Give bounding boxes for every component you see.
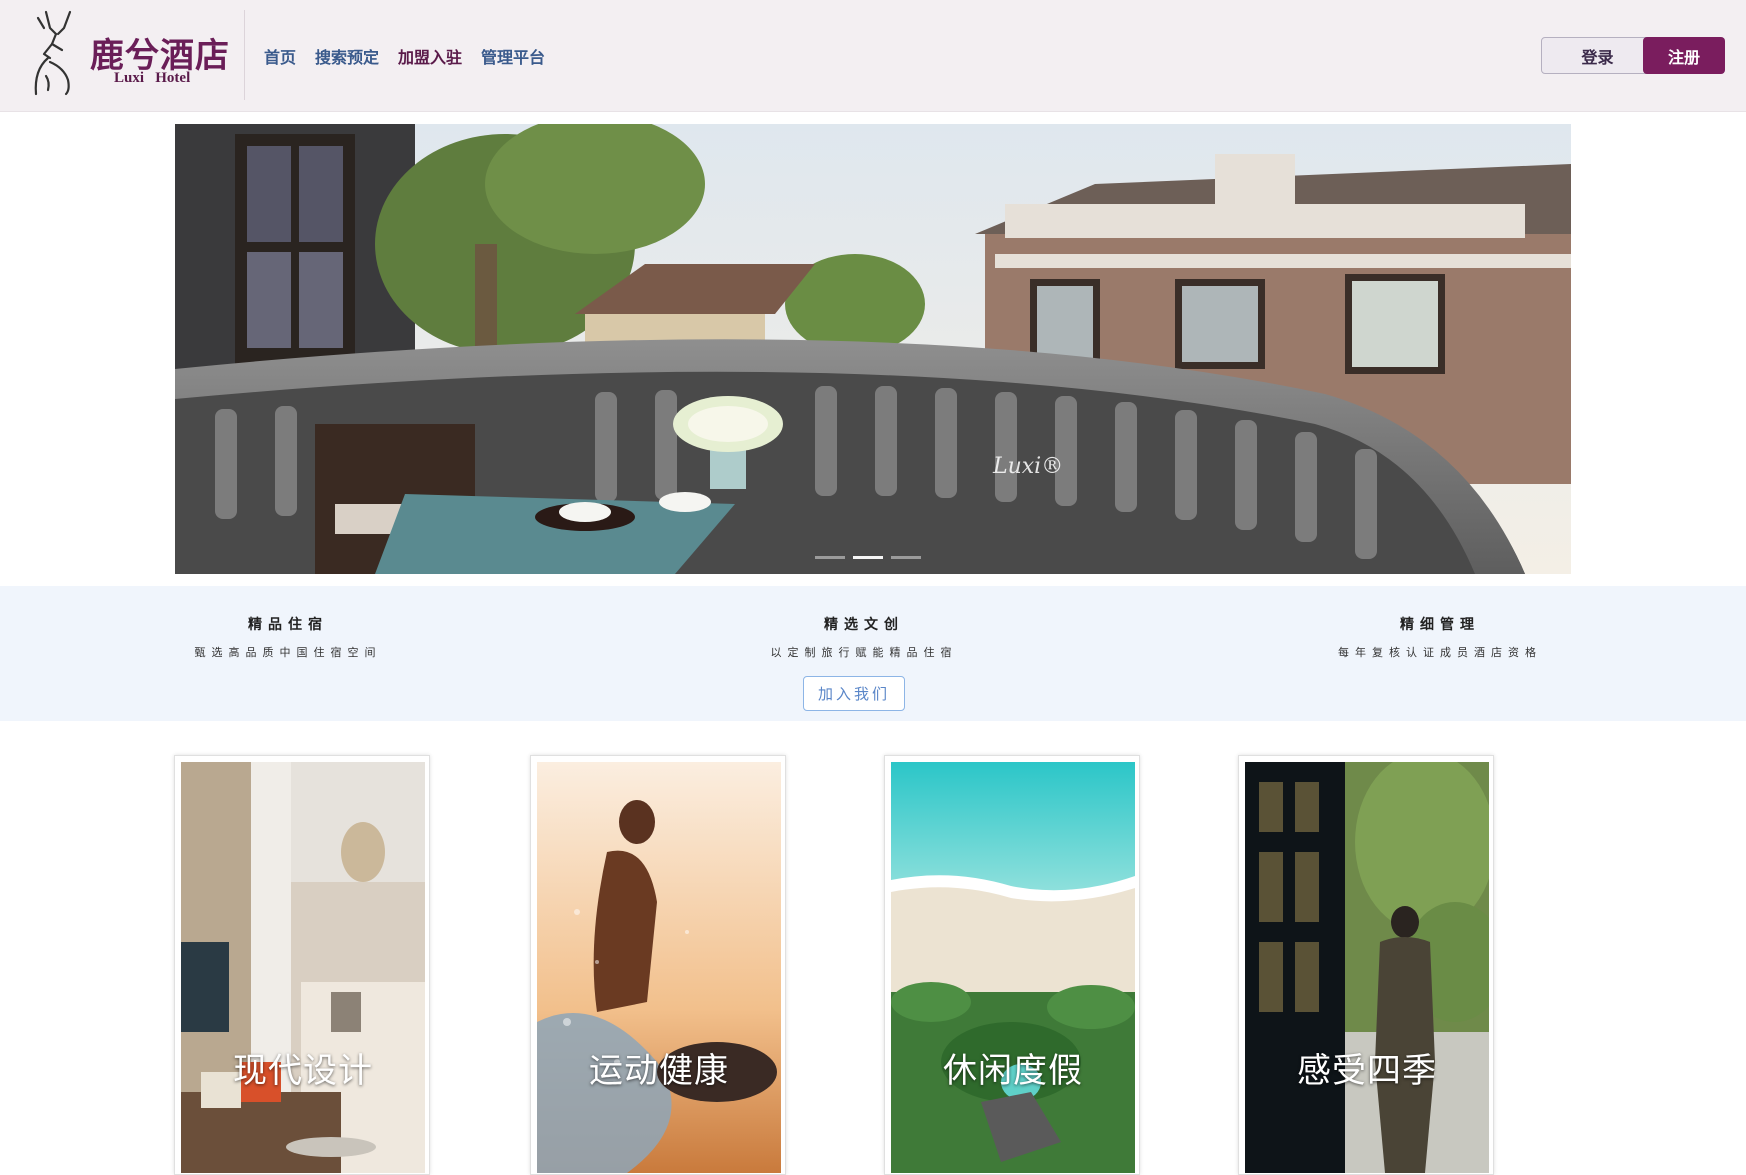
nav-item-search-booking[interactable]: 搜索预定 [315, 44, 379, 68]
site-header: 鹿兮酒店 Luxi Hotel 首页 搜索预定 加盟入驻 管理平台 登录 注册 [0, 0, 1746, 112]
feature-title: 精选文创 [824, 617, 904, 633]
feature-desc: 每年复核认证成员酒店资格 [1338, 646, 1542, 659]
feature-cultural-creative: 精选文创 以定制旅行赋能精品住宿 [684, 614, 1044, 660]
feature-desc: 以定制旅行赋能精品住宿 [770, 646, 958, 659]
brand-name-en: Luxi Hotel [114, 70, 191, 86]
carousel-dot[interactable] [891, 556, 921, 559]
header-divider [244, 10, 245, 100]
register-button[interactable]: 注册 [1643, 37, 1725, 74]
card-feel-four-seasons[interactable]: 感受四季 [1238, 755, 1494, 1175]
card-image: 运动健康 [537, 762, 781, 1173]
login-button[interactable]: 登录 [1541, 37, 1654, 74]
nav-item-home[interactable]: 首页 [264, 44, 296, 68]
card-sports-health[interactable]: 运动健康 [530, 755, 786, 1175]
card-modern-design[interactable]: 现代设计 [174, 755, 430, 1175]
hero-image [175, 124, 1571, 574]
carousel-dot[interactable] [815, 556, 845, 559]
nav-item-admin[interactable]: 管理平台 [481, 44, 545, 68]
feature-title: 精品住宿 [248, 617, 328, 633]
join-us-button[interactable]: 加入我们 [803, 676, 905, 711]
card-image: 休闲度假 [891, 762, 1135, 1173]
hero-watermark: Luxi® [993, 454, 1064, 479]
feature-fine-management: 精细管理 每年复核认证成员酒店资格 [1260, 614, 1620, 660]
card-leisure-vacation[interactable]: 休闲度假 [884, 755, 1140, 1175]
card-image: 感受四季 [1245, 762, 1489, 1173]
card-image: 现代设计 [181, 762, 425, 1173]
feature-title: 精细管理 [1400, 617, 1480, 633]
feature-desc: 甄选高品质中国住宿空间 [194, 646, 382, 659]
features-band: 精品住宿 甄选高品质中国住宿空间 精选文创 以定制旅行赋能精品住宿 精细管理 每… [0, 586, 1746, 721]
main-nav: 首页 搜索预定 加盟入驻 管理平台 [264, 44, 545, 68]
feature-boutique-stay: 精品住宿 甄选高品质中国住宿空间 [108, 614, 468, 660]
deer-icon [34, 10, 72, 96]
brand-logo[interactable]: 鹿兮酒店 Luxi Hotel [28, 10, 229, 100]
card-caption: 现代设计 [233, 1051, 373, 1091]
nav-item-franchise[interactable]: 加盟入驻 [398, 44, 462, 68]
card-caption: 休闲度假 [943, 1051, 1083, 1091]
card-caption: 运动健康 [589, 1051, 729, 1091]
hero-carousel[interactable]: Luxi® [175, 124, 1571, 574]
card-caption: 感受四季 [1297, 1051, 1437, 1091]
carousel-dot-active[interactable] [853, 556, 883, 559]
carousel-indicators [815, 556, 921, 559]
